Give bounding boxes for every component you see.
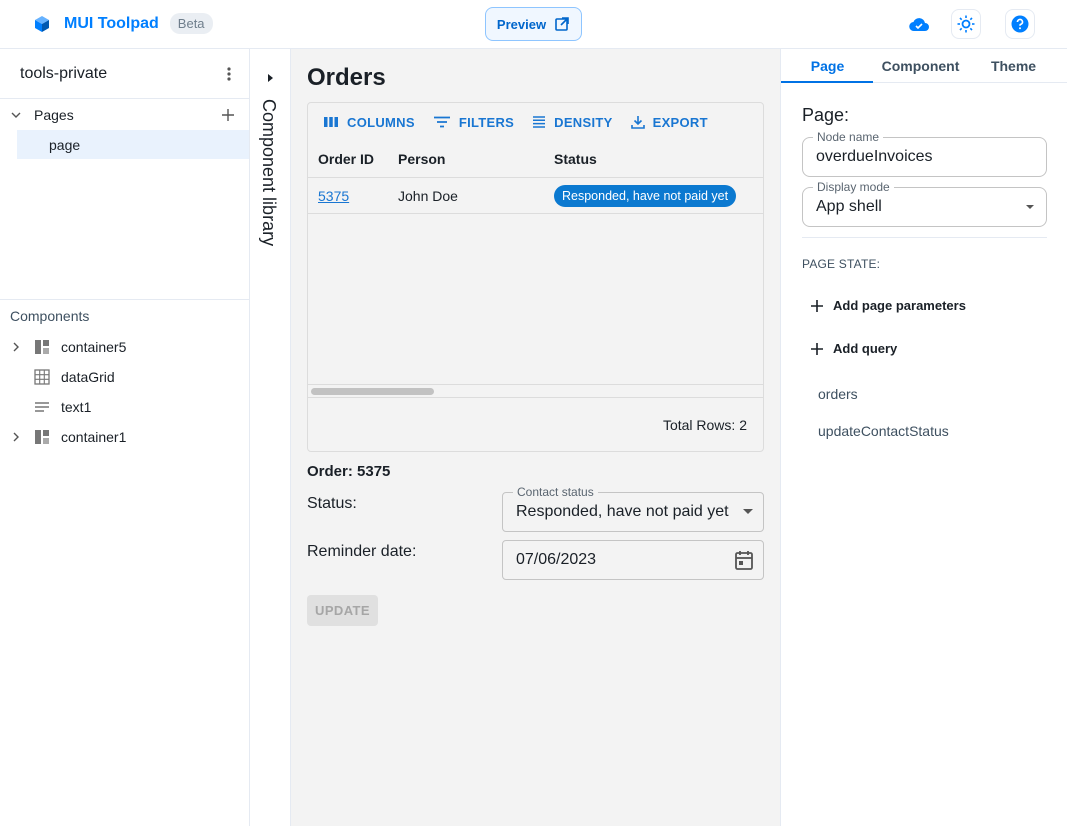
columns-button[interactable]: COLUMNS <box>316 107 422 137</box>
page-item[interactable]: page <box>17 130 249 159</box>
grid-icon <box>32 369 52 385</box>
order-id-cell: 5375 <box>308 188 388 204</box>
order-title: Order: 5375 <box>307 463 391 480</box>
tab-page[interactable]: Page <box>781 49 874 82</box>
pages-label: Pages <box>34 107 74 123</box>
update-button[interactable]: UPDATE <box>307 595 378 626</box>
contact-status-value: Responded, have not paid yet <box>516 503 729 520</box>
contact-status-select[interactable]: Contact status Responded, have not paid … <box>502 485 764 532</box>
table-row[interactable]: 5375 John Doe Responded, have not paid y… <box>308 178 763 214</box>
column-header-order-id[interactable]: Order ID <box>308 151 388 167</box>
components-label: Components <box>10 308 90 324</box>
page-item-label: page <box>49 136 81 153</box>
caret-right-icon[interactable] <box>265 73 275 83</box>
tab-theme[interactable]: Theme <box>967 49 1060 82</box>
display-mode-value: App shell <box>816 198 882 215</box>
pages-header[interactable]: Pages <box>0 100 249 130</box>
component-library-rail: Component library <box>250 49 291 826</box>
project-name: tools-private <box>20 64 108 82</box>
app-header: MUI Toolpad Beta Preview <box>0 0 1067 49</box>
page-state-title: PAGE STATE: <box>802 257 881 271</box>
open-in-new-icon <box>554 16 570 32</box>
person-cell: John Doe <box>398 187 458 204</box>
tree-item-container5[interactable]: container5 <box>0 332 249 362</box>
add-icon <box>811 299 823 312</box>
container-icon <box>32 339 52 355</box>
light-mode-icon[interactable] <box>951 9 981 39</box>
component-library-toggle[interactable]: Component library <box>258 99 279 246</box>
chevron-right-icon[interactable] <box>0 341 32 353</box>
contact-status-legend: Contact status <box>513 485 598 499</box>
tree-item-label: container1 <box>61 429 127 445</box>
display-mode-legend: Display mode <box>813 180 894 194</box>
export-button[interactable]: EXPORT <box>624 107 715 137</box>
reminder-date-label: Reminder date: <box>307 543 417 560</box>
view-column-icon <box>323 116 339 128</box>
add-icon <box>811 342 823 355</box>
arrow-drop-down-icon <box>743 509 753 515</box>
node-name-legend: Node name <box>813 130 884 144</box>
add-query-button[interactable]: Add query <box>811 341 897 356</box>
chevron-right-icon[interactable] <box>0 431 32 443</box>
data-grid: COLUMNS FILTERS DENSITY EXPORT Order ID … <box>307 102 764 452</box>
display-mode-select[interactable]: Display mode App shell <box>802 180 1047 227</box>
page-heading: Page: <box>802 105 850 125</box>
order-id-link[interactable]: 5375 <box>318 188 349 204</box>
active-tab-indicator <box>781 81 873 83</box>
text-icon <box>32 401 52 413</box>
container-icon <box>32 429 52 445</box>
tab-component[interactable]: Component <box>874 49 967 82</box>
app-name: MUI Toolpad <box>64 14 159 32</box>
density-icon <box>532 116 546 128</box>
toolpad-logo-icon <box>32 14 52 34</box>
page-title: Orders <box>307 64 386 91</box>
status-cell: Responded, have not paid yet <box>544 184 763 207</box>
inspector-tabs: Page Component Theme <box>781 49 1067 83</box>
help-icon[interactable] <box>1005 9 1035 39</box>
page-canvas: Orders COLUMNS FILTERS DENSITY EXPORT Or… <box>291 49 780 826</box>
scrollbar-thumb[interactable] <box>311 388 434 395</box>
cloud-done-icon[interactable] <box>904 9 934 39</box>
query-item-orders[interactable]: orders <box>818 386 858 402</box>
status-label: Status: <box>307 495 357 512</box>
node-name-value: overdueInvoices <box>816 148 933 165</box>
project-row: tools-private <box>0 49 249 99</box>
status-chip: Responded, have not paid yet <box>554 184 737 207</box>
brand: MUI Toolpad Beta <box>32 13 213 34</box>
calendar-icon[interactable] <box>735 550 753 570</box>
beta-badge: Beta <box>169 13 213 34</box>
tree-item-label: container5 <box>61 339 127 355</box>
column-header-status[interactable]: Status <box>544 151 763 167</box>
tree-item-container1[interactable]: container1 <box>0 422 249 452</box>
tree-item-datagrid[interactable]: dataGrid <box>0 362 249 392</box>
components-section: Components container5 dataGrid text1 con… <box>0 299 249 452</box>
grid-toolbar: COLUMNS FILTERS DENSITY EXPORT <box>308 103 763 141</box>
node-name-field[interactable]: Node name overdueInvoices <box>802 130 1047 177</box>
divider <box>802 237 1047 238</box>
arrow-drop-down-icon <box>1026 205 1034 210</box>
horizontal-scrollbar[interactable] <box>308 384 763 398</box>
filters-button[interactable]: FILTERS <box>426 107 521 137</box>
reminder-date-value: 07/06/2023 <box>516 551 597 568</box>
tree-item-text1[interactable]: text1 <box>0 392 249 422</box>
preview-label: Preview <box>496 16 547 32</box>
add-page-parameters-button[interactable]: Add page parameters <box>811 298 966 313</box>
column-header-person[interactable]: Person <box>388 151 544 167</box>
tree-item-label: dataGrid <box>61 369 115 385</box>
inspector-panel: Page Component Theme Page: Node name ove… <box>780 49 1067 826</box>
hierarchy-panel: tools-private Pages page Components cont… <box>0 49 250 826</box>
add-page-icon[interactable] <box>221 108 235 122</box>
grid-header-row: Order ID Person Status <box>308 141 763 178</box>
more-vert-icon[interactable] <box>227 66 231 81</box>
query-item-update-contact-status[interactable]: updateContactStatus <box>818 423 949 439</box>
reminder-date-field[interactable]: 07/06/2023 <box>502 540 764 580</box>
download-icon <box>630 115 645 129</box>
total-rows: Total Rows: 2 <box>662 417 747 433</box>
tree-item-label: text1 <box>61 399 92 415</box>
density-button[interactable]: DENSITY <box>525 107 619 137</box>
chevron-down-icon[interactable] <box>8 107 24 123</box>
preview-button[interactable]: Preview <box>485 7 582 41</box>
filter-list-icon <box>433 116 451 128</box>
